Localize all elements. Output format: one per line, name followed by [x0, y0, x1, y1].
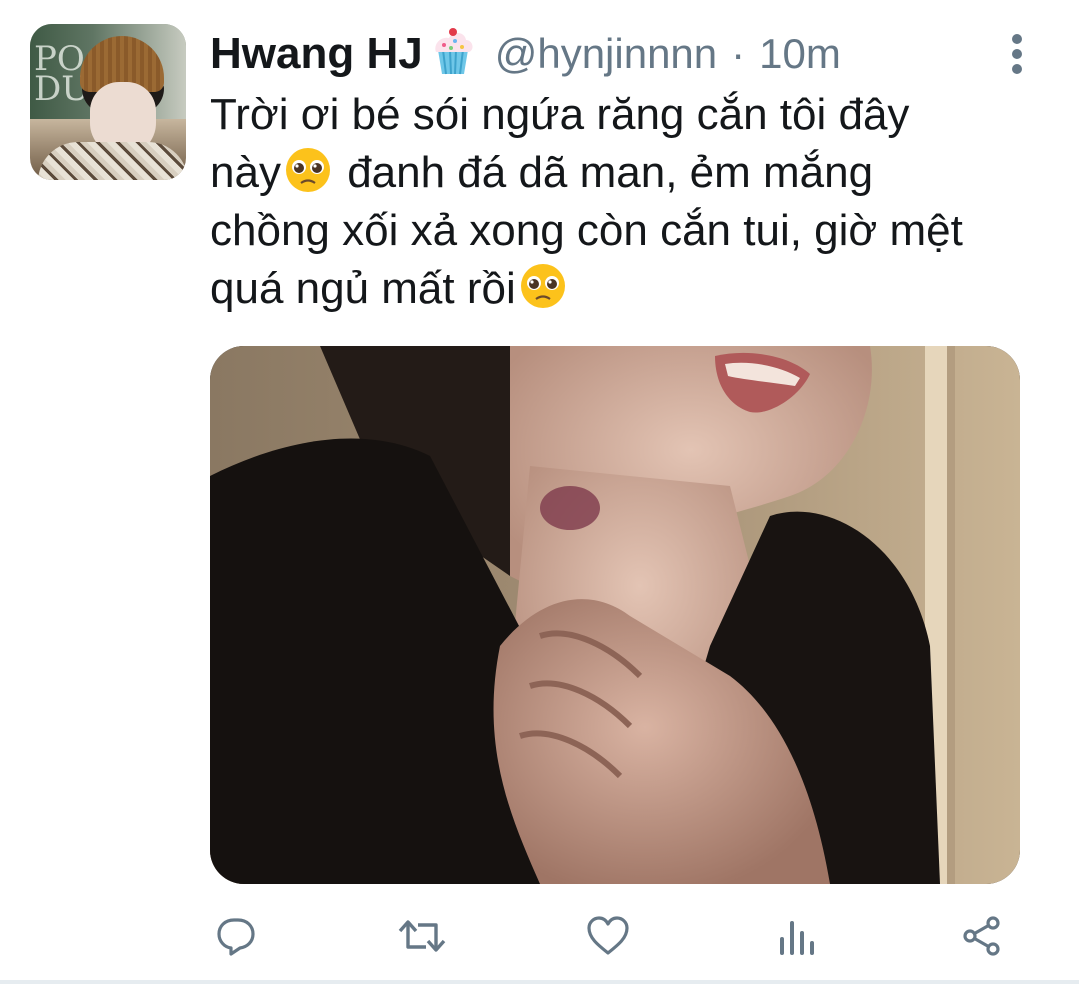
tweet-action-bar: [0, 906, 1079, 966]
cupcake-emoji-icon: [431, 27, 475, 81]
author-handle[interactable]: @hynjinnnn: [495, 30, 717, 78]
tweet-text: Trời ơi bé sói ngứa răng cắn tôi đây này…: [210, 86, 1050, 318]
more-options-icon[interactable]: [1006, 34, 1028, 74]
heart-icon: [587, 916, 629, 955]
tweet-timestamp[interactable]: 10m: [759, 30, 841, 78]
analytics-icon: [780, 921, 814, 955]
reply-button[interactable]: [206, 906, 266, 966]
tweet-photo[interactable]: [210, 346, 1020, 884]
share-button[interactable]: [952, 906, 1012, 966]
tweet-text-segment: này: [210, 148, 281, 197]
header-separator: ·: [731, 30, 746, 77]
pleading-face-emoji-icon: [516, 263, 570, 308]
tweet-text-line: Trời ơi bé sói ngứa răng cắn tôi đây: [210, 90, 910, 139]
tweet-text-segment: quá ngủ mất rồi: [210, 264, 516, 313]
divider: [0, 980, 1079, 984]
author-avatar[interactable]: PO DU: [30, 24, 186, 180]
avatar-shirt: [38, 142, 186, 180]
retweet-button[interactable]: [392, 906, 452, 966]
retweet-icon: [398, 920, 446, 952]
pleading-face-emoji-icon: [281, 147, 335, 192]
tweet-header: Hwang HJ @hynjinnnn · 10m: [210, 26, 841, 82]
author-name[interactable]: Hwang HJ: [210, 29, 423, 79]
tweet-card[interactable]: PO DU Hwang HJ @hynjinnnn · 10m Trời ơi …: [0, 0, 1079, 984]
tweet-text-line: quá ngủ mất rồi: [210, 260, 1050, 318]
tweet-text-line: chồng xối xả xong còn cắn tui, giờ mệt: [210, 206, 963, 255]
share-icon: [963, 916, 1000, 956]
like-button[interactable]: [578, 906, 638, 966]
tweet-text-line: này đanh đá dã man, ẻm mắng: [210, 144, 1050, 202]
reply-icon: [217, 918, 255, 956]
analytics-button[interactable]: [766, 906, 826, 966]
tweet-text-segment: đanh đá dã man, ẻm mắng: [347, 148, 874, 197]
